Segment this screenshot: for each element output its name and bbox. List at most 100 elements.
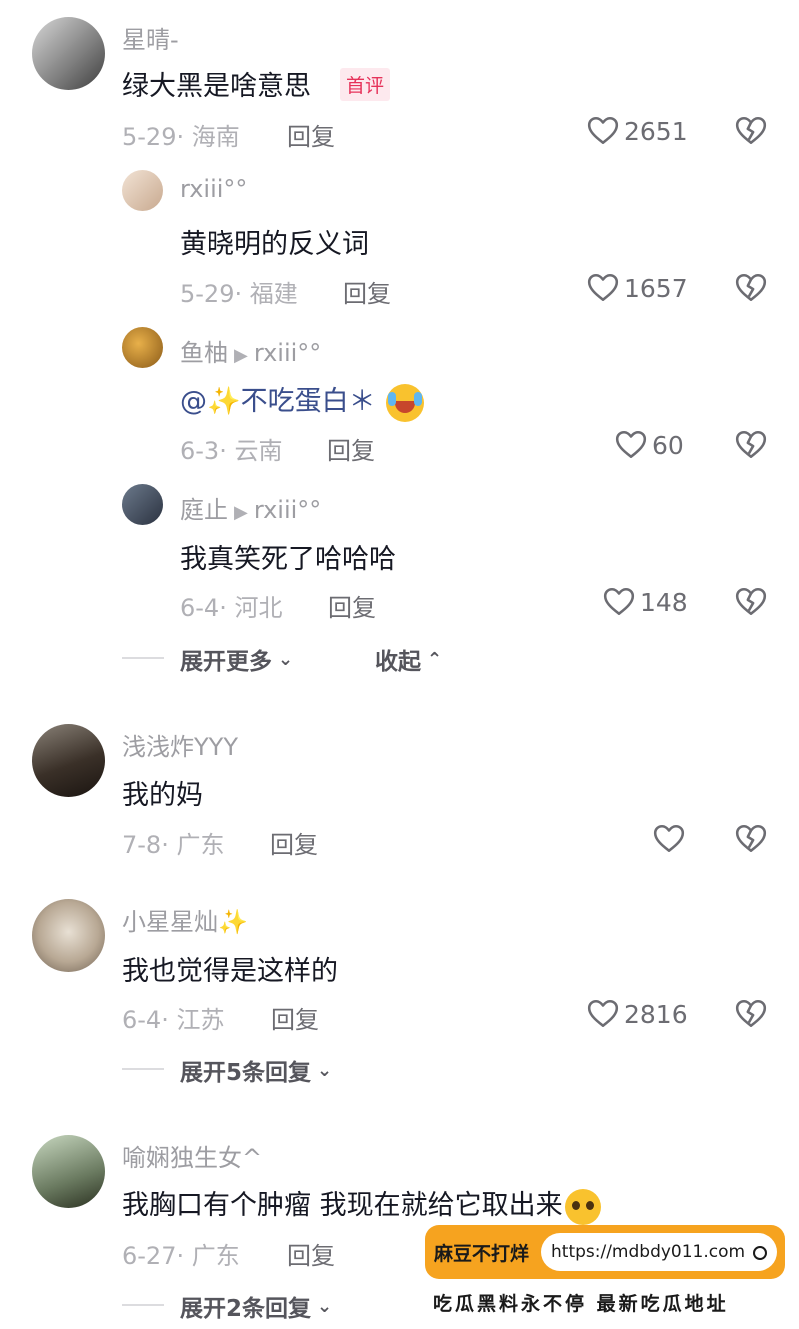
collapse-button[interactable]: 收起 ⌃ xyxy=(375,642,442,676)
dislike-button[interactable] xyxy=(734,585,768,623)
heart-icon xyxy=(586,997,620,1031)
reply-button[interactable]: 回复 xyxy=(287,1236,335,1271)
divider-line xyxy=(122,1068,164,1070)
comment-text-content: 我胸口有个肿瘤 我现在就给它取出来 xyxy=(122,1190,563,1221)
laughing-crying-emoji-icon xyxy=(385,383,424,422)
comment-meta: 5-29· 福建 xyxy=(180,280,298,308)
comment-meta: 7-8· 广东 xyxy=(122,831,225,859)
like-button[interactable]: 60 xyxy=(614,428,684,462)
comment-text: 我真笑死了哈哈哈 xyxy=(180,544,396,575)
dislike-button[interactable] xyxy=(734,428,768,466)
like-count: 60 xyxy=(652,430,684,460)
like-button[interactable] xyxy=(652,822,690,856)
comment-date: 7-8 xyxy=(122,831,162,859)
dislike-button[interactable] xyxy=(734,271,768,309)
username[interactable]: 小星星灿✨ xyxy=(122,902,248,937)
watermark-url-box[interactable]: https://mdbdy011.com xyxy=(541,1233,777,1271)
divider-line xyxy=(122,657,164,659)
chevron-down-icon: ⌄ xyxy=(317,1059,333,1081)
comment-meta: 6-4· 河北 xyxy=(180,594,283,622)
like-count: 1657 xyxy=(624,273,688,303)
comment-location: 江苏 xyxy=(176,1006,225,1034)
username[interactable]: 庭止 ▶ rxiii°° xyxy=(180,490,321,525)
avatar[interactable] xyxy=(122,484,163,525)
expand-replies-label: 展开2条回复 xyxy=(180,1296,312,1322)
comment-meta: 6-4· 江苏 xyxy=(122,1006,225,1034)
reply-button[interactable]: 回复 xyxy=(328,588,376,623)
broken-heart-icon xyxy=(734,997,768,1031)
reply-button[interactable]: 回复 xyxy=(327,431,375,466)
divider-line xyxy=(122,1304,164,1306)
dislike-button[interactable] xyxy=(734,997,768,1035)
username-text: 庭止 xyxy=(180,496,228,524)
comment-date: 6-3 xyxy=(180,437,220,465)
avatar[interactable] xyxy=(122,327,163,368)
avatar[interactable] xyxy=(32,724,105,797)
broken-heart-icon xyxy=(734,822,768,856)
comment-location: 广东 xyxy=(191,1242,240,1270)
reply-arrow-icon: ▶ xyxy=(234,345,248,366)
username[interactable]: 喻娴独生女^ xyxy=(122,1138,262,1173)
reply-button[interactable]: 回复 xyxy=(270,825,318,860)
heart-icon xyxy=(652,822,686,856)
comment-meta: 5-29· 海南 xyxy=(122,123,240,151)
like-count: 148 xyxy=(640,587,688,617)
chevron-up-icon: ⌃ xyxy=(427,648,443,670)
avatar[interactable] xyxy=(32,1135,105,1208)
watermark-banner[interactable]: 麻豆不打烊 https://mdbdy011.com xyxy=(425,1225,785,1279)
reply-to-user[interactable]: rxiii°° xyxy=(254,496,321,524)
username[interactable]: rxiii°° xyxy=(180,175,247,203)
collapse-label: 收起 xyxy=(375,649,421,675)
username-text: 鱼柚 xyxy=(180,339,228,367)
comment-text: 黄晓明的反义词 xyxy=(180,229,369,260)
heart-icon xyxy=(586,114,620,148)
comment-date: 5-29 xyxy=(122,123,177,151)
broken-heart-icon xyxy=(734,114,768,148)
broken-heart-icon xyxy=(734,428,768,462)
like-button[interactable]: 1657 xyxy=(586,271,688,305)
like-button[interactable]: 2651 xyxy=(586,114,688,148)
avatar[interactable] xyxy=(122,170,163,211)
comment-meta: 6-3· 云南 xyxy=(180,437,283,465)
comment-meta: 6-27· 广东 xyxy=(122,1242,240,1270)
like-count: 2651 xyxy=(624,116,688,146)
username[interactable]: 鱼柚 ▶ rxiii°° xyxy=(180,333,321,368)
comment-date: 6-27 xyxy=(122,1242,177,1270)
watermark-url[interactable]: https://mdbdy011.com xyxy=(551,1242,745,1262)
dislike-button[interactable] xyxy=(734,114,768,152)
reply-button[interactable]: 回复 xyxy=(271,1000,319,1035)
comment-text: 我的妈 xyxy=(122,780,203,811)
comment-text: 我胸口有个肿瘤 我现在就给它取出来 xyxy=(122,1183,601,1225)
heart-icon xyxy=(614,428,648,462)
username[interactable]: 浅浅炸YYY xyxy=(122,727,238,762)
like-count: 2816 xyxy=(624,999,688,1029)
comment-date: 6-4 xyxy=(122,1006,162,1034)
first-comment-badge: 首评 xyxy=(340,68,391,101)
avatar[interactable] xyxy=(32,899,105,972)
reply-button[interactable]: 回复 xyxy=(343,274,391,309)
watermark-brand: 麻豆不打烊 xyxy=(434,1243,530,1265)
expand-replies-button[interactable]: 展开2条回复 ⌄ xyxy=(180,1289,332,1323)
expand-more-label: 展开更多 xyxy=(180,649,272,675)
comment-location: 云南 xyxy=(234,437,283,465)
like-button[interactable]: 148 xyxy=(602,585,688,619)
comment-location: 广东 xyxy=(176,831,225,859)
reply-arrow-icon: ▶ xyxy=(234,502,248,523)
comment-location: 福建 xyxy=(249,280,298,308)
mention-link[interactable]: @✨不吃蛋白＊ xyxy=(180,386,376,417)
reply-to-user[interactable]: rxiii°° xyxy=(254,339,321,367)
broken-heart-icon xyxy=(734,271,768,305)
username[interactable]: 星晴- xyxy=(122,20,179,55)
heart-icon xyxy=(586,271,620,305)
expand-replies-button[interactable]: 展开5条回复 ⌄ xyxy=(180,1053,332,1087)
expand-more-button[interactable]: 展开更多 ⌄ xyxy=(180,642,293,676)
comment-text: @✨不吃蛋白＊ xyxy=(180,379,424,422)
heart-icon xyxy=(602,585,636,619)
comment-text: 我也觉得是这样的 xyxy=(122,956,338,987)
avatar[interactable] xyxy=(32,17,105,90)
reply-button[interactable]: 回复 xyxy=(287,117,335,152)
dislike-button[interactable] xyxy=(734,822,768,860)
comment-location: 河北 xyxy=(234,594,283,622)
like-button[interactable]: 2816 xyxy=(586,997,688,1031)
circle-icon xyxy=(753,1246,767,1260)
